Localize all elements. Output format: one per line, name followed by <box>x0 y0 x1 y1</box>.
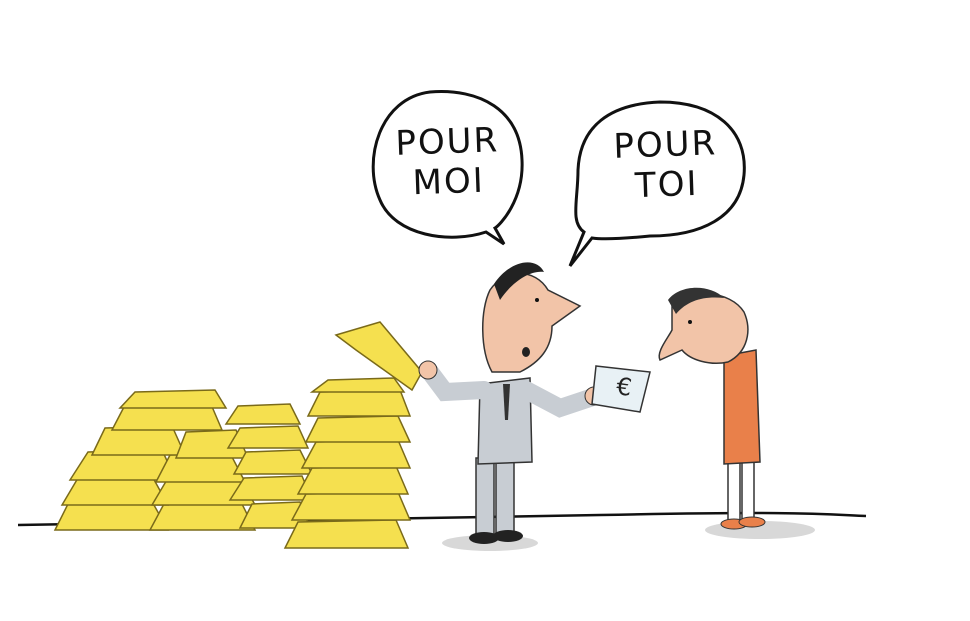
gold-bar <box>226 425 310 449</box>
gold-bar <box>224 403 302 425</box>
suit-leg-left <box>475 457 495 537</box>
hand-left <box>418 360 438 380</box>
boy-shoe-right <box>738 516 766 528</box>
gold-bar <box>283 519 410 549</box>
gold-bar <box>300 439 412 469</box>
speech-bubble-left-line-1: POUR <box>394 120 500 164</box>
speech-bubble-right-text: POUR TOI <box>595 123 738 208</box>
gold-pile-left <box>53 389 257 531</box>
boy-eye <box>688 320 692 324</box>
gold-bar <box>309 377 406 393</box>
cartoon-illustration <box>17 90 867 551</box>
man-eye <box>535 298 539 302</box>
euro-icon: € <box>614 372 634 402</box>
gold-bar <box>304 415 412 443</box>
gold-bar <box>118 389 228 409</box>
speech-bubble-left-text: POUR MOI <box>387 120 510 204</box>
arm-right <box>517 381 599 418</box>
shoe-right <box>493 530 523 542</box>
boy-sweater <box>723 349 761 465</box>
boy-leg-left <box>727 459 741 523</box>
gold-bar <box>290 491 412 521</box>
gold-bar <box>232 449 314 475</box>
suit-leg-right <box>495 455 515 537</box>
speech-bubble-right-line-1: POUR <box>612 123 718 167</box>
gold-bar <box>306 389 412 417</box>
speech-bubble-left-line-2: MOI <box>411 160 486 204</box>
man-mouth <box>522 347 530 357</box>
gold-bar <box>296 465 410 495</box>
boy-in-orange <box>658 287 766 530</box>
boy-leg-right <box>741 457 755 523</box>
man-in-suit <box>418 262 604 544</box>
arm-left <box>421 363 493 402</box>
speech-bubble-right-line-2: TOI <box>634 163 700 207</box>
gold-bar <box>228 475 314 501</box>
